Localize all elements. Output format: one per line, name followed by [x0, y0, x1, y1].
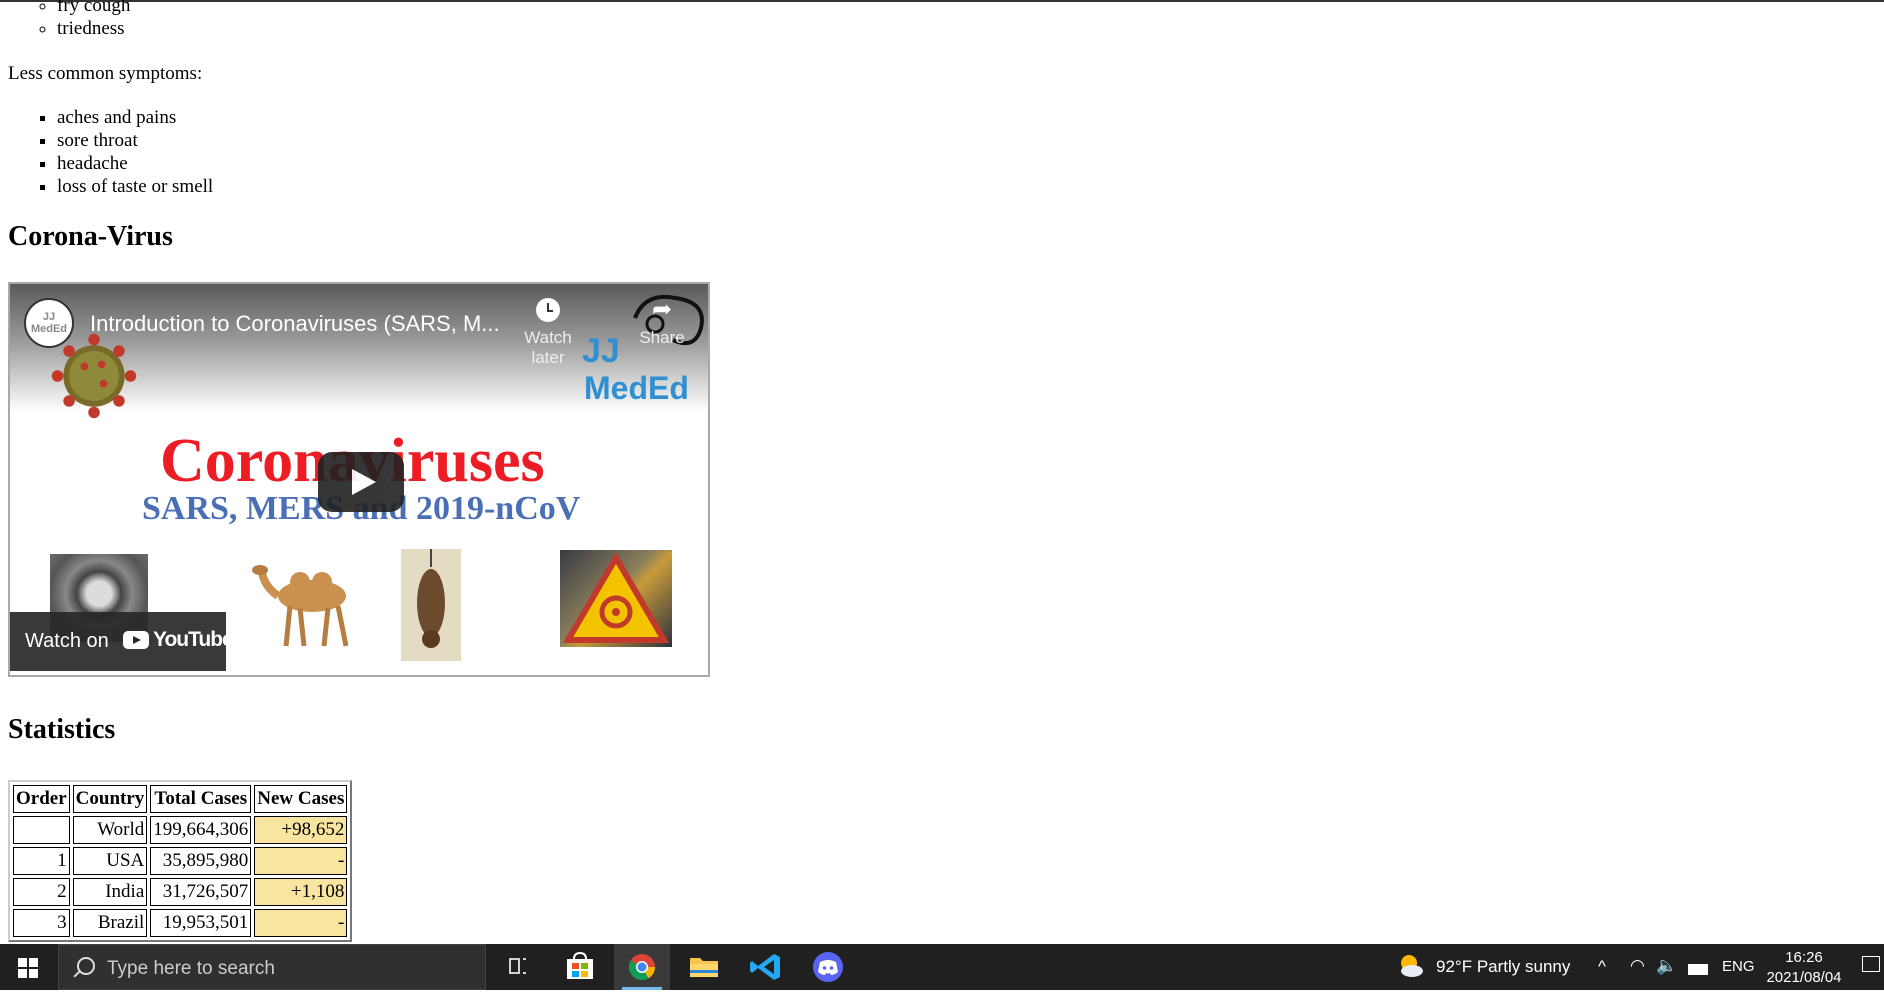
statistics-heading: Statistics — [8, 714, 116, 745]
windows-logo-icon — [18, 958, 38, 978]
windows-taskbar: Type here to search 92°F Partly sunny ^ … — [0, 944, 1884, 990]
youtube-wordmark: YouTube — [153, 628, 234, 651]
cell-new: - — [254, 847, 348, 875]
clock[interactable]: 16:26 2021/08/04 — [1758, 948, 1850, 988]
cell-new: +98,652 — [254, 816, 348, 844]
cell-order: 3 — [13, 909, 70, 937]
brand-jj: JJ — [582, 332, 620, 370]
camel-image — [252, 565, 349, 647]
page-content: fry cough triedness Less common symptoms… — [0, 0, 1884, 944]
list-item: sore throat — [57, 129, 213, 152]
table-row: 1 USA 35,895,980 - — [13, 847, 348, 875]
chrome-icon — [628, 954, 656, 981]
vscode-button[interactable] — [738, 944, 794, 990]
common-symptoms-list: fry cough triedness — [40, 0, 130, 40]
channel-logo[interactable]: JJ MedEd — [24, 298, 74, 348]
share-label: Share — [639, 328, 685, 347]
statistics-table: Order Country Total Cases New Cases Worl… — [8, 780, 353, 942]
task-view-icon — [509, 958, 526, 974]
wifi-icon[interactable]: ◠ — [1630, 956, 1645, 1002]
clock-icon — [536, 298, 560, 322]
store-bag-icon — [567, 951, 593, 979]
list-item: headache — [57, 152, 213, 175]
clock-time: 16:26 — [1785, 949, 1823, 966]
chrome-taskbar-button[interactable] — [614, 944, 670, 990]
cell-country: Brazil — [72, 909, 148, 937]
watch-later-label: Watch later — [524, 328, 572, 367]
list-item: triedness — [57, 17, 130, 40]
taskbar-search-box[interactable]: Type here to search — [58, 944, 486, 990]
file-explorer-button[interactable] — [676, 944, 732, 990]
partly-sunny-icon — [1401, 955, 1423, 977]
brand-meded: MedEd — [584, 370, 689, 406]
list-item: fry cough — [57, 0, 130, 17]
cell-country: World — [72, 816, 148, 844]
chevron-up-icon[interactable]: ^ — [1598, 957, 1606, 1003]
weather-text: 92°F Partly sunny — [1436, 957, 1571, 976]
list-item: aches and pains — [57, 106, 213, 129]
battery-icon[interactable] — [1688, 960, 1708, 1006]
youtube-embed[interactable]: JJ MedEd Introduction to Coronaviruses (… — [8, 282, 710, 677]
less-common-label: Less common symptoms: — [8, 63, 203, 84]
list-item: loss of taste or smell — [57, 175, 213, 198]
watch-later-button[interactable]: Watch later — [508, 298, 588, 368]
store-button[interactable] — [552, 944, 608, 990]
youtube-logo-icon — [123, 631, 149, 649]
table-row: 3 Brazil 19,953,501 - — [13, 909, 348, 937]
table-header-row: Order Country Total Cases New Cases — [13, 785, 348, 813]
clock-date: 2021/08/04 — [1766, 969, 1842, 986]
folder-icon — [690, 958, 718, 977]
cell-country: USA — [72, 847, 148, 875]
discord-icon — [813, 952, 843, 982]
volume-icon[interactable]: 🔈 — [1656, 956, 1677, 1002]
header-total-cases: Total Cases — [150, 785, 252, 813]
notifications-icon[interactable] — [1862, 956, 1880, 1002]
table-row: 2 India 31,726,507 +1,108 — [13, 878, 348, 906]
cell-total: 199,664,306 — [150, 816, 252, 844]
search-icon — [77, 957, 95, 975]
cell-country: India — [72, 878, 148, 906]
share-arrow-icon: ➦ — [651, 296, 673, 323]
cell-order — [13, 816, 70, 844]
cell-total: 35,895,980 — [150, 847, 252, 875]
cell-order: 2 — [13, 878, 70, 906]
header-order: Order — [13, 785, 70, 813]
cell-new: +1,108 — [254, 878, 348, 906]
task-view-button[interactable] — [490, 944, 546, 990]
biohazard-image — [560, 550, 672, 647]
header-new-cases: New Cases — [254, 785, 348, 813]
search-placeholder: Type here to search — [107, 958, 275, 979]
start-button[interactable] — [0, 944, 56, 990]
cell-total: 19,953,501 — [150, 909, 252, 937]
cell-total: 31,726,507 — [150, 878, 252, 906]
less-common-symptoms-list: aches and pains sore throat headache los… — [40, 106, 213, 198]
language-indicator[interactable]: ENG — [1722, 958, 1755, 1004]
bat-image — [401, 549, 461, 661]
video-title[interactable]: Introduction to Coronaviruses (SARS, M..… — [90, 311, 500, 337]
cell-new: - — [254, 909, 348, 937]
vscode-icon — [750, 954, 780, 980]
header-country: Country — [72, 785, 148, 813]
share-button[interactable]: ➦ Share — [622, 298, 702, 348]
watch-on-youtube-button[interactable]: Watch on YouTube — [10, 612, 234, 671]
play-button[interactable] — [318, 452, 404, 512]
cell-order: 1 — [13, 847, 70, 875]
watch-on-label: Watch on — [25, 630, 109, 652]
corona-heading: Corona-Virus — [8, 221, 173, 252]
table-row: World 199,664,306 +98,652 — [13, 816, 348, 844]
discord-button[interactable] — [800, 944, 856, 990]
